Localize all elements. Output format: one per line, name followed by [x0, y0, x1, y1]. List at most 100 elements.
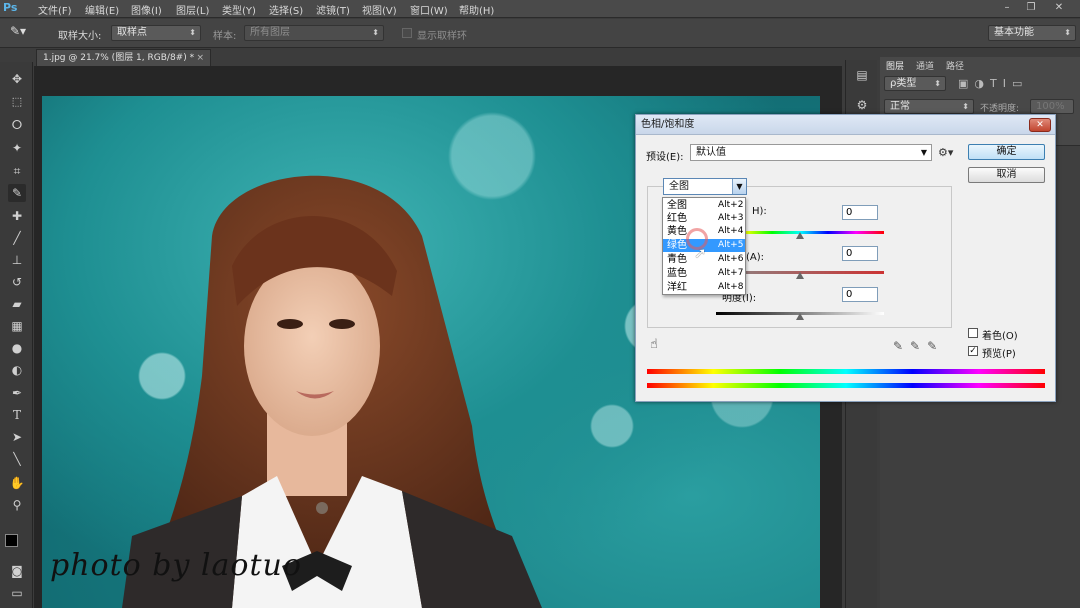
- hue-input[interactable]: 0: [842, 205, 878, 220]
- healing-brush-tool-icon[interactable]: ✚: [8, 207, 26, 225]
- restore-button[interactable]: ❐: [1020, 1, 1042, 16]
- menu-edit[interactable]: 编辑(E): [85, 2, 119, 17]
- chevron-updown-icon: ⬍: [372, 28, 379, 37]
- move-tool-icon[interactable]: ✥: [8, 70, 26, 88]
- blend-mode-select[interactable]: 正常 ⬍: [884, 99, 974, 114]
- minimize-button[interactable]: –: [996, 1, 1018, 16]
- eyedropper-icons[interactable]: ✎✎✎: [893, 339, 944, 353]
- preset-label: 预设(E):: [646, 152, 684, 163]
- path-selection-tool-icon[interactable]: ➤: [8, 428, 26, 446]
- dialog-titlebar[interactable]: 色相/饱和度 ✕: [636, 115, 1055, 135]
- eraser-tool-icon[interactable]: ▰: [8, 295, 26, 313]
- sample-size-label: 取样大小:: [58, 31, 102, 42]
- blur-tool-icon[interactable]: ●: [8, 339, 26, 357]
- channel-option-magentas[interactable]: 洋红 Alt+8: [663, 281, 745, 294]
- menu-file[interactable]: 文件(F): [38, 2, 72, 17]
- workspace-select[interactable]: 基本功能 ⬍: [988, 25, 1076, 41]
- chevron-updown-icon: ⬍: [1064, 28, 1071, 37]
- workspace-value: 基本功能: [994, 27, 1034, 38]
- sample-select[interactable]: 所有图层 ⬍: [244, 25, 384, 41]
- layer-kind-value: ρ类型: [890, 78, 917, 89]
- dialog-close-button[interactable]: ✕: [1029, 118, 1051, 132]
- adjusted-spectrum-bar: [647, 383, 1045, 388]
- colorize-checkbox[interactable]: [968, 328, 978, 338]
- cancel-button[interactable]: 取消: [968, 167, 1045, 183]
- chevron-down-icon: ▼: [920, 148, 927, 157]
- channel-select[interactable]: 全图 ▼: [663, 178, 747, 195]
- zoom-tool-icon[interactable]: ⚲: [8, 496, 26, 514]
- ok-button[interactable]: 确定: [968, 144, 1045, 160]
- layer-filter-icons[interactable]: ▣◑TⅠ▭: [958, 77, 1028, 90]
- eyedropper-tool-icon[interactable]: ✎: [8, 184, 26, 202]
- sample-size-value: 取样点: [117, 27, 147, 38]
- saturation-value: 0: [846, 248, 853, 259]
- menu-type[interactable]: 类型(Y): [222, 2, 256, 17]
- show-ring-label: 显示取样环: [417, 31, 467, 42]
- menu-help[interactable]: 帮助(H): [459, 2, 494, 17]
- layer-kind-filter[interactable]: ρ类型 ⬍: [884, 76, 946, 91]
- quick-mask-icon[interactable]: ◙: [8, 562, 26, 580]
- eyedropper-tool-preset-icon[interactable]: ✎▾: [10, 24, 38, 42]
- screen-mode-icon[interactable]: ▭: [8, 584, 26, 602]
- toolbox: ✥ ⬚ ⵔ ✦ ⌗ ✎ ✚ ╱ ⊥ ↺ ▰ ▦ ● ◐ ✒ T ➤ ╲ ✋ ⚲ …: [0, 62, 33, 608]
- magic-wand-tool-icon[interactable]: ✦: [8, 139, 26, 157]
- tab-channels[interactable]: 通道: [916, 59, 934, 72]
- close-window-button[interactable]: ✕: [1048, 1, 1070, 16]
- menu-layer[interactable]: 图层(L): [176, 2, 209, 17]
- channel-option-blues[interactable]: 蓝色 Alt+7: [663, 267, 745, 280]
- hue-slider-thumb[interactable]: [796, 232, 804, 239]
- saturation-slider-thumb[interactable]: [796, 272, 804, 279]
- history-brush-tool-icon[interactable]: ↺: [8, 273, 26, 291]
- menu-image[interactable]: 图像(I): [131, 2, 162, 17]
- sample-size-select[interactable]: 取样点 ⬍: [111, 25, 201, 41]
- tab-layers[interactable]: 图层: [886, 59, 904, 72]
- blend-mode-value: 正常: [890, 101, 910, 112]
- lightness-slider-thumb[interactable]: [796, 313, 804, 320]
- menu-view[interactable]: 视图(V): [362, 2, 397, 17]
- tab-paths[interactable]: 路径: [946, 59, 964, 72]
- type-tool-icon[interactable]: T: [8, 406, 26, 424]
- chevron-updown-icon: ⬍: [962, 102, 969, 111]
- lightness-value: 0: [846, 289, 853, 300]
- channel-select-value: 全图: [669, 181, 689, 192]
- foreground-color-swatch[interactable]: [5, 534, 18, 547]
- preset-select[interactable]: 默认值 ▼: [690, 144, 932, 161]
- document-tab[interactable]: 1.jpg @ 21.7% (图层 1, RGB/8#) * ×: [36, 49, 211, 66]
- mouse-cursor-icon: ➚: [694, 244, 707, 262]
- properties-panel-icon[interactable]: ⚙: [854, 98, 870, 114]
- crop-tool-icon[interactable]: ⌗: [8, 162, 26, 180]
- sample-value: 所有图层: [250, 27, 290, 38]
- dodge-tool-icon[interactable]: ◐: [8, 361, 26, 379]
- saturation-input[interactable]: 0: [842, 246, 878, 261]
- history-panel-icon[interactable]: ▤: [854, 68, 870, 84]
- gradient-tool-icon[interactable]: ▦: [8, 317, 26, 335]
- preview-checkbox[interactable]: ✓: [968, 346, 978, 356]
- dialog-title: 色相/饱和度: [641, 119, 695, 130]
- photo-watermark: photo by laotuo: [50, 548, 302, 583]
- hue-value: 0: [846, 207, 853, 218]
- lightness-input[interactable]: 0: [842, 287, 878, 302]
- lasso-tool-icon[interactable]: ⵔ: [8, 116, 26, 134]
- clone-stamp-tool-icon[interactable]: ⊥: [8, 251, 26, 269]
- brush-tool-icon[interactable]: ╱: [8, 229, 26, 247]
- channel-option-master[interactable]: 全图 Alt+2: [663, 199, 745, 212]
- menu-bar: Ps 文件(F) 编辑(E) 图像(I) 图层(L) 类型(Y) 选择(S) 滤…: [0, 0, 1080, 18]
- opacity-value: 100%: [1036, 101, 1065, 112]
- sample-label: 样本:: [213, 31, 237, 42]
- document-tab-close-icon[interactable]: ×: [196, 50, 204, 66]
- menu-window[interactable]: 窗口(W): [410, 2, 448, 17]
- photoshop-logo: Ps: [3, 1, 18, 14]
- show-ring-checkbox[interactable]: [402, 28, 412, 38]
- marquee-tool-icon[interactable]: ⬚: [8, 93, 26, 111]
- pen-tool-icon[interactable]: ✒: [8, 384, 26, 402]
- line-tool-icon[interactable]: ╲: [8, 450, 26, 468]
- hand-tool-icon[interactable]: ✋: [8, 474, 26, 492]
- hue-label: H):: [752, 206, 767, 217]
- opacity-field[interactable]: 100%: [1030, 99, 1074, 114]
- channel-option-reds[interactable]: 红色 Alt+3: [663, 212, 745, 225]
- menu-filter[interactable]: 滤镜(T): [316, 2, 350, 17]
- targeted-adjustment-hand-icon[interactable]: ☝: [650, 337, 658, 352]
- preset-options-gear-icon[interactable]: ⚙▾: [938, 146, 953, 159]
- menu-select[interactable]: 选择(S): [269, 2, 303, 17]
- chevron-down-icon[interactable]: ▼: [732, 179, 746, 194]
